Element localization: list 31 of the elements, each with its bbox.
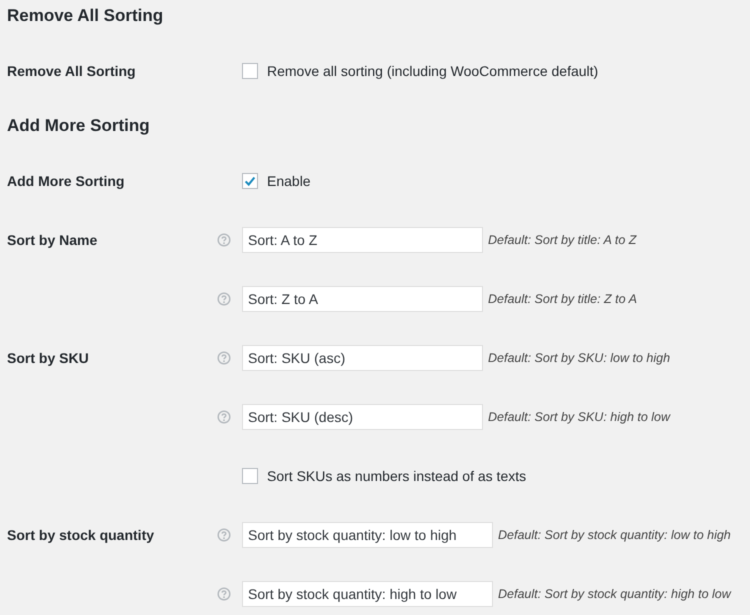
checkbox[interactable] (242, 468, 258, 484)
help-icon[interactable] (217, 350, 231, 364)
field-description: Default: Sort by stock quantity: low to high (498, 528, 731, 542)
section-heading: Add More Sorting (6, 115, 151, 137)
checkbox-label: Enable (267, 172, 311, 188)
help-icon[interactable] (217, 292, 231, 306)
checkbox[interactable] (242, 172, 258, 188)
checkbox-label: Remove all sorting (including WooCommerce default) (267, 62, 598, 78)
checkbox[interactable] (242, 62, 258, 78)
input-field[interactable]: Sort by stock quantity: high to low (242, 580, 493, 606)
input-field[interactable]: Sort: Z to A (242, 286, 483, 312)
setting-label: Sort by Name (7, 232, 98, 248)
section-heading: Remove All Sorting (6, 5, 164, 27)
help-icon[interactable] (217, 410, 231, 424)
field-description: Default: Sort by title: Z to A (488, 292, 637, 306)
field-description: Default: Sort by title: A to Z (488, 232, 636, 246)
input-field[interactable]: Sort: SKU (asc) (242, 344, 483, 370)
field-description: Default: Sort by SKU: high to low (488, 410, 670, 424)
input-field[interactable]: Sort by stock quantity: low to high (242, 522, 493, 548)
help-icon[interactable] (217, 586, 231, 600)
help-icon[interactable] (217, 232, 231, 246)
help-icon[interactable] (217, 528, 231, 542)
setting-label: Add More Sorting (7, 172, 124, 188)
input-field[interactable]: Sort: SKU (desc) (242, 404, 483, 430)
checkbox-label: Sort SKUs as numbers instead of as texts (267, 468, 526, 484)
field-description: Default: Sort by stock quantity: high to low (498, 586, 731, 600)
field-description: Default: Sort by SKU: low to high (488, 350, 670, 364)
setting-label: Sort by stock quantity (7, 526, 154, 542)
input-field[interactable]: Sort: A to Z (242, 226, 483, 252)
setting-label: Remove All Sorting (7, 62, 136, 78)
setting-label: Sort by SKU (7, 350, 89, 366)
